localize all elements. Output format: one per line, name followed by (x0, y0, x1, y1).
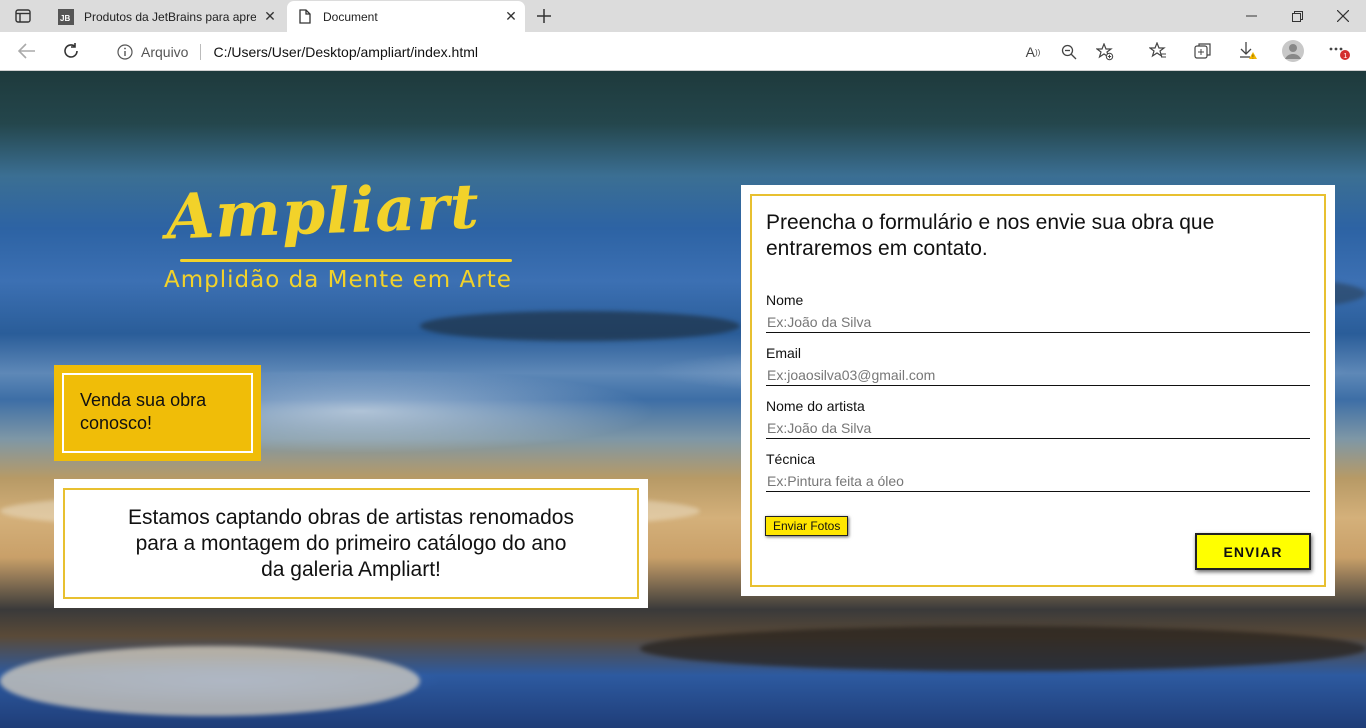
form-heading: Preencha o formulário e nos envie sua ob… (766, 211, 1215, 260)
minimize-icon[interactable] (1228, 0, 1274, 32)
name-field-group: Nome (766, 292, 1310, 333)
technique-field-group: Técnica (766, 451, 1310, 492)
technique-input[interactable] (766, 471, 1310, 492)
submit-button[interactable]: ENVIAR (1195, 533, 1311, 570)
upload-photos-button[interactable]: Enviar Fotos (765, 516, 849, 536)
close-tab-icon[interactable]: ✕ (497, 3, 525, 31)
info-callout-text: Estamos captando obras de artistas renom… (63, 488, 639, 599)
browser-toolbar: Arquivo C:/Users/User/Desktop/ampliart/i… (0, 32, 1366, 71)
email-input[interactable] (766, 365, 1310, 386)
background-stroke (420, 311, 740, 341)
artist-name-label: Nome do artista (766, 398, 865, 414)
zoom-out-icon[interactable] (1058, 41, 1080, 63)
tab-actions-icon[interactable] (8, 6, 38, 26)
artist-name-input[interactable] (766, 418, 1310, 439)
tab-bar: JB Produtos da JetBrains para apren ✕ Do… (0, 0, 1366, 32)
tab-title: Document (323, 9, 378, 24)
restore-icon[interactable] (1274, 0, 1320, 32)
background-stroke (640, 626, 1366, 671)
add-favorite-icon[interactable] (1094, 41, 1116, 63)
svg-text:1: 1 (1343, 51, 1347, 60)
sell-callout: Venda sua obra conosco! (54, 365, 261, 461)
document-icon (297, 9, 313, 25)
new-tab-icon[interactable] (531, 4, 557, 28)
page-viewport: Ampliart Amplidão da Mente em Arte Venda… (0, 71, 1366, 728)
reload-icon[interactable] (56, 36, 86, 66)
email-field-group: Email (766, 345, 1310, 386)
ampliart-logo: Ampliart Amplidão da Mente em Arte (160, 170, 520, 305)
logo-underline (180, 259, 512, 262)
read-aloud-icon[interactable]: A)) (1022, 41, 1044, 63)
close-tab-icon[interactable]: ✕ (256, 3, 284, 31)
artist-name-field-group: Nome do artista (766, 398, 1310, 439)
technique-label: Técnica (766, 451, 816, 467)
contact-form: Preencha o formulário e nos envie sua ob… (741, 185, 1335, 596)
jetbrains-icon: JB (58, 8, 74, 25)
tab-document[interactable]: Document ✕ (287, 1, 525, 32)
svg-text:JB: JB (60, 14, 70, 23)
info-callout: Estamos captando obras de artistas renom… (54, 479, 648, 608)
address-url[interactable]: C:/Users/User/Desktop/ampliart/index.htm… (213, 44, 478, 60)
address-scheme-label: Arquivo (141, 43, 189, 60)
logo-title: Ampliart (164, 169, 481, 254)
address-bar[interactable]: Arquivo C:/Users/User/Desktop/ampliart/i… (100, 36, 1130, 67)
logo-subtitle: Amplidão da Mente em Arte (164, 267, 512, 293)
profile-avatar-icon[interactable] (1281, 39, 1305, 63)
info-icon[interactable] (117, 43, 133, 60)
name-label: Nome (766, 292, 804, 308)
tab-title: Produtos da JetBrains para apren (84, 9, 256, 24)
tab-jetbrains[interactable]: JB Produtos da JetBrains para apren ✕ (48, 1, 284, 32)
more-menu-icon[interactable]: 1 (1325, 40, 1353, 62)
address-separator (200, 43, 202, 60)
close-window-icon[interactable] (1320, 0, 1366, 32)
downloads-icon[interactable]: ! (1237, 40, 1259, 62)
email-label: Email (766, 345, 802, 361)
svg-text:!: ! (1252, 55, 1253, 61)
sell-callout-text: Venda sua obra conosco! (62, 373, 253, 453)
collections-icon[interactable] (1192, 40, 1214, 62)
favorites-icon[interactable] (1147, 40, 1169, 62)
name-input[interactable] (766, 312, 1310, 333)
background-stroke (0, 646, 420, 716)
back-arrow-icon[interactable] (12, 36, 42, 66)
